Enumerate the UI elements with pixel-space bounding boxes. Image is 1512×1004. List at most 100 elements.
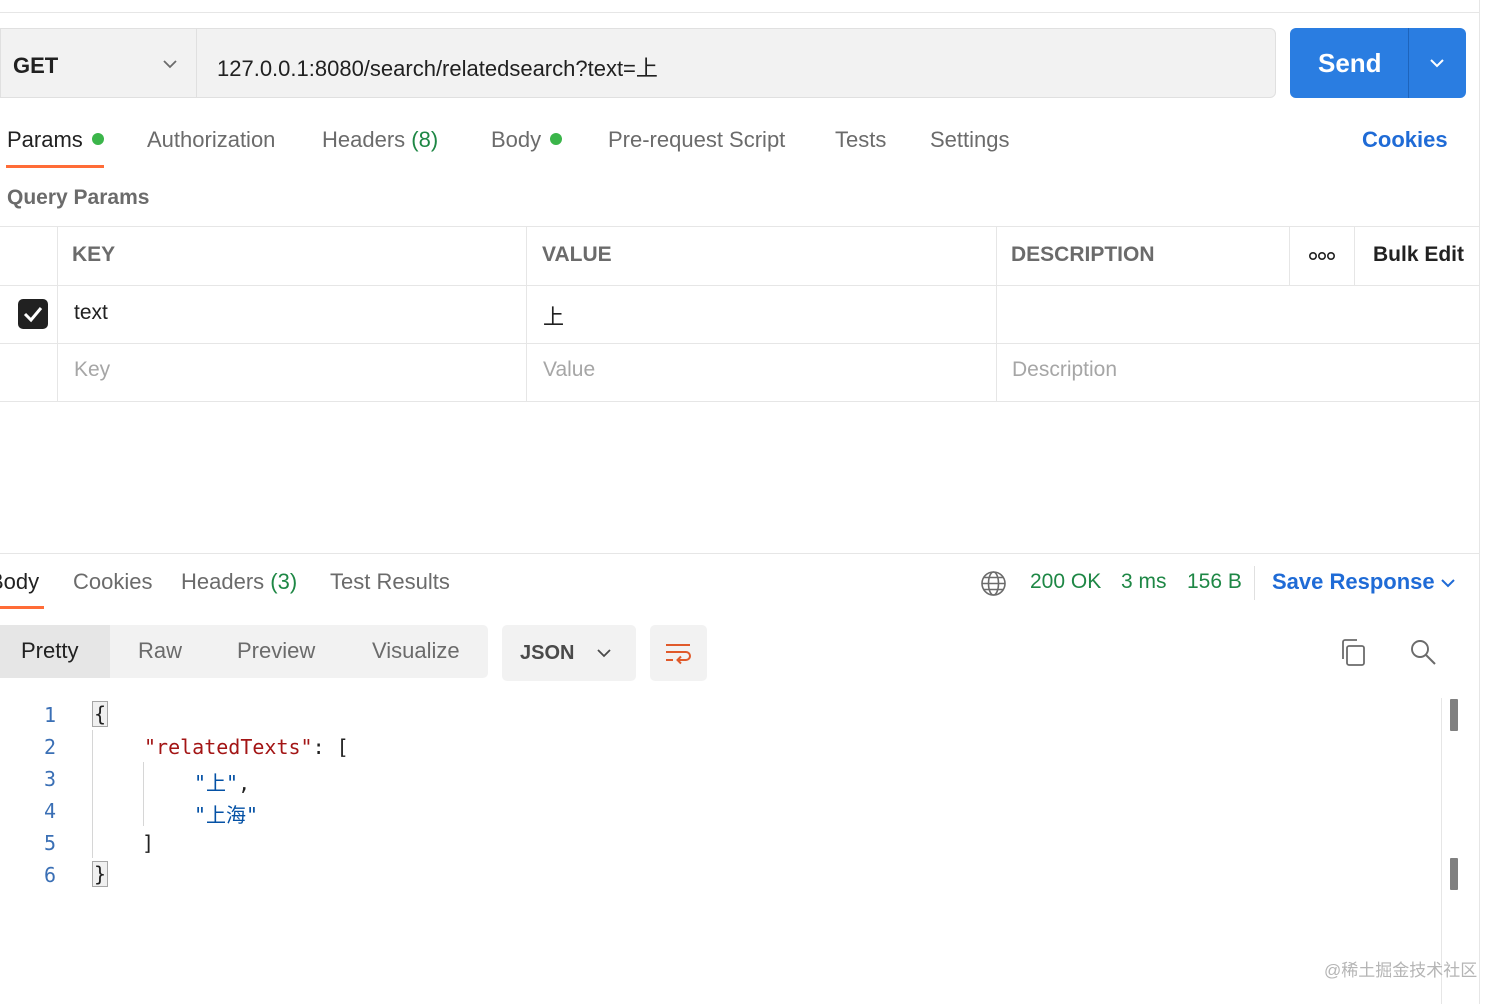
scroll-marker bbox=[1450, 858, 1458, 890]
format-select[interactable]: JSON bbox=[502, 625, 636, 681]
save-response-button[interactable]: Save Response bbox=[1272, 569, 1435, 595]
column-divider bbox=[996, 227, 997, 402]
url-input[interactable]: 127.0.0.1:8080/search/relatedsearch?text… bbox=[196, 28, 1276, 98]
tab-tests[interactable]: Tests bbox=[835, 127, 886, 153]
response-tab-headers[interactable]: Headers (3) bbox=[181, 569, 297, 595]
view-visualize[interactable]: Visualize bbox=[372, 638, 460, 664]
right-panel-divider bbox=[1479, 0, 1480, 1004]
response-tab-cookies[interactable]: Cookies bbox=[73, 569, 152, 595]
top-divider bbox=[0, 12, 1480, 13]
response-tab-body[interactable]: Body bbox=[0, 569, 39, 595]
json-punctuation: ] bbox=[142, 831, 155, 855]
new-value-input[interactable]: Value bbox=[543, 358, 595, 382]
cookies-link[interactable]: Cookies bbox=[1362, 127, 1448, 153]
column-header-value: VALUE bbox=[542, 243, 612, 266]
matched-brace: } bbox=[92, 861, 109, 887]
code-line-6: } bbox=[92, 861, 109, 887]
response-tab-headers-label: Headers bbox=[181, 569, 265, 594]
wrap-lines-icon bbox=[666, 644, 691, 665]
tab-headers[interactable]: Headers (8) bbox=[322, 127, 438, 153]
column-divider bbox=[57, 227, 58, 402]
tab-headers-label: Headers bbox=[322, 127, 406, 152]
copy-icon[interactable] bbox=[1339, 638, 1367, 668]
active-tab-indicator bbox=[6, 165, 104, 168]
line-number: 4 bbox=[43, 799, 56, 823]
line-number: 1 bbox=[43, 703, 56, 727]
matched-brace: { bbox=[92, 701, 109, 727]
line-number: 2 bbox=[43, 735, 56, 759]
status-dot bbox=[550, 133, 563, 145]
line-number: 5 bbox=[43, 831, 56, 855]
response-tab-test-results[interactable]: Test Results bbox=[330, 569, 450, 595]
globe-icon[interactable] bbox=[980, 570, 1007, 597]
json-string: "上海" bbox=[194, 803, 259, 827]
response-size[interactable]: 156 B bbox=[1187, 570, 1242, 594]
view-raw[interactable]: Raw bbox=[138, 638, 182, 664]
tab-params-label: Params bbox=[7, 127, 83, 152]
column-divider bbox=[1354, 227, 1355, 285]
code-line-1: { bbox=[92, 701, 109, 727]
tab-headers-count: (8) bbox=[411, 127, 439, 152]
code-line-2: "relatedTexts": [ bbox=[144, 735, 349, 759]
json-punctuation: , bbox=[238, 771, 251, 795]
status-code[interactable]: 200 OK bbox=[1030, 570, 1101, 594]
new-key-input[interactable]: Key bbox=[74, 358, 110, 382]
param-value-cell[interactable]: 上 bbox=[543, 301, 564, 331]
send-divider bbox=[1408, 28, 1409, 98]
view-pretty[interactable]: Pretty bbox=[21, 638, 78, 664]
chevron-down-icon[interactable] bbox=[1440, 575, 1456, 591]
column-divider bbox=[526, 227, 527, 402]
indent-guide bbox=[143, 762, 144, 826]
send-button[interactable]: Send bbox=[1290, 28, 1466, 98]
chevron-down-icon bbox=[597, 649, 611, 658]
search-icon[interactable] bbox=[1409, 638, 1437, 666]
active-tab-indicator bbox=[0, 606, 44, 609]
view-preview[interactable]: Preview bbox=[237, 638, 315, 664]
json-key: "relatedTexts" bbox=[144, 735, 313, 759]
table-divider bbox=[0, 401, 1480, 402]
response-tab-headers-count: (3) bbox=[270, 569, 298, 594]
tab-authorization[interactable]: Authorization bbox=[147, 127, 275, 153]
column-header-description: DESCRIPTION bbox=[1011, 243, 1155, 266]
line-number: 3 bbox=[43, 767, 56, 791]
column-header-key: KEY bbox=[72, 243, 116, 266]
status-dot bbox=[91, 133, 104, 145]
tab-pre-request-script[interactable]: Pre-request Script bbox=[608, 127, 785, 153]
view-mode-group: Pretty Raw Preview Visualize bbox=[0, 625, 488, 678]
chevron-down-icon[interactable] bbox=[1428, 54, 1446, 72]
query-params-title: Query Params bbox=[7, 186, 150, 209]
url-text: 127.0.0.1:8080/search/relatedsearch?text… bbox=[217, 56, 658, 81]
scroll-marker bbox=[1450, 699, 1458, 731]
response-divider bbox=[0, 553, 1480, 554]
tab-body-label: Body bbox=[491, 127, 542, 152]
indent-guide bbox=[92, 730, 93, 858]
json-punctuation: : [ bbox=[312, 735, 349, 759]
bulk-edit-button[interactable]: Bulk Edit bbox=[1373, 243, 1464, 267]
param-enabled-checkbox[interactable] bbox=[18, 299, 48, 329]
tab-body[interactable]: Body bbox=[491, 127, 563, 153]
table-divider bbox=[0, 343, 1480, 344]
column-divider bbox=[1289, 227, 1290, 285]
status-separator bbox=[1254, 566, 1255, 600]
more-horizontal-icon[interactable] bbox=[1308, 249, 1336, 263]
tab-params[interactable]: Params bbox=[7, 127, 104, 153]
check-icon bbox=[23, 307, 43, 323]
tab-settings[interactable]: Settings bbox=[930, 127, 1010, 153]
method-label: GET bbox=[13, 53, 59, 78]
code-line-5: ] bbox=[142, 831, 154, 855]
watermark: @稀土掘金技术社区 bbox=[1324, 961, 1478, 980]
line-number: 6 bbox=[43, 863, 56, 887]
send-label: Send bbox=[1318, 48, 1382, 78]
table-divider bbox=[0, 285, 1480, 286]
response-time[interactable]: 3 ms bbox=[1121, 570, 1167, 594]
param-key-cell[interactable]: text bbox=[74, 301, 108, 325]
method-select[interactable]: GET bbox=[0, 28, 196, 98]
format-label: JSON bbox=[520, 642, 575, 664]
json-string: "上" bbox=[194, 771, 239, 795]
wrap-lines-button[interactable] bbox=[650, 625, 707, 681]
chevron-down-icon bbox=[163, 60, 177, 69]
code-line-4: "上海" bbox=[194, 799, 258, 828]
query-params-table: KEY VALUE DESCRIPTION Bulk Edit text 上 K… bbox=[0, 226, 1480, 402]
new-description-input[interactable]: Description bbox=[1012, 358, 1117, 382]
code-line-3: "上", bbox=[194, 767, 250, 796]
